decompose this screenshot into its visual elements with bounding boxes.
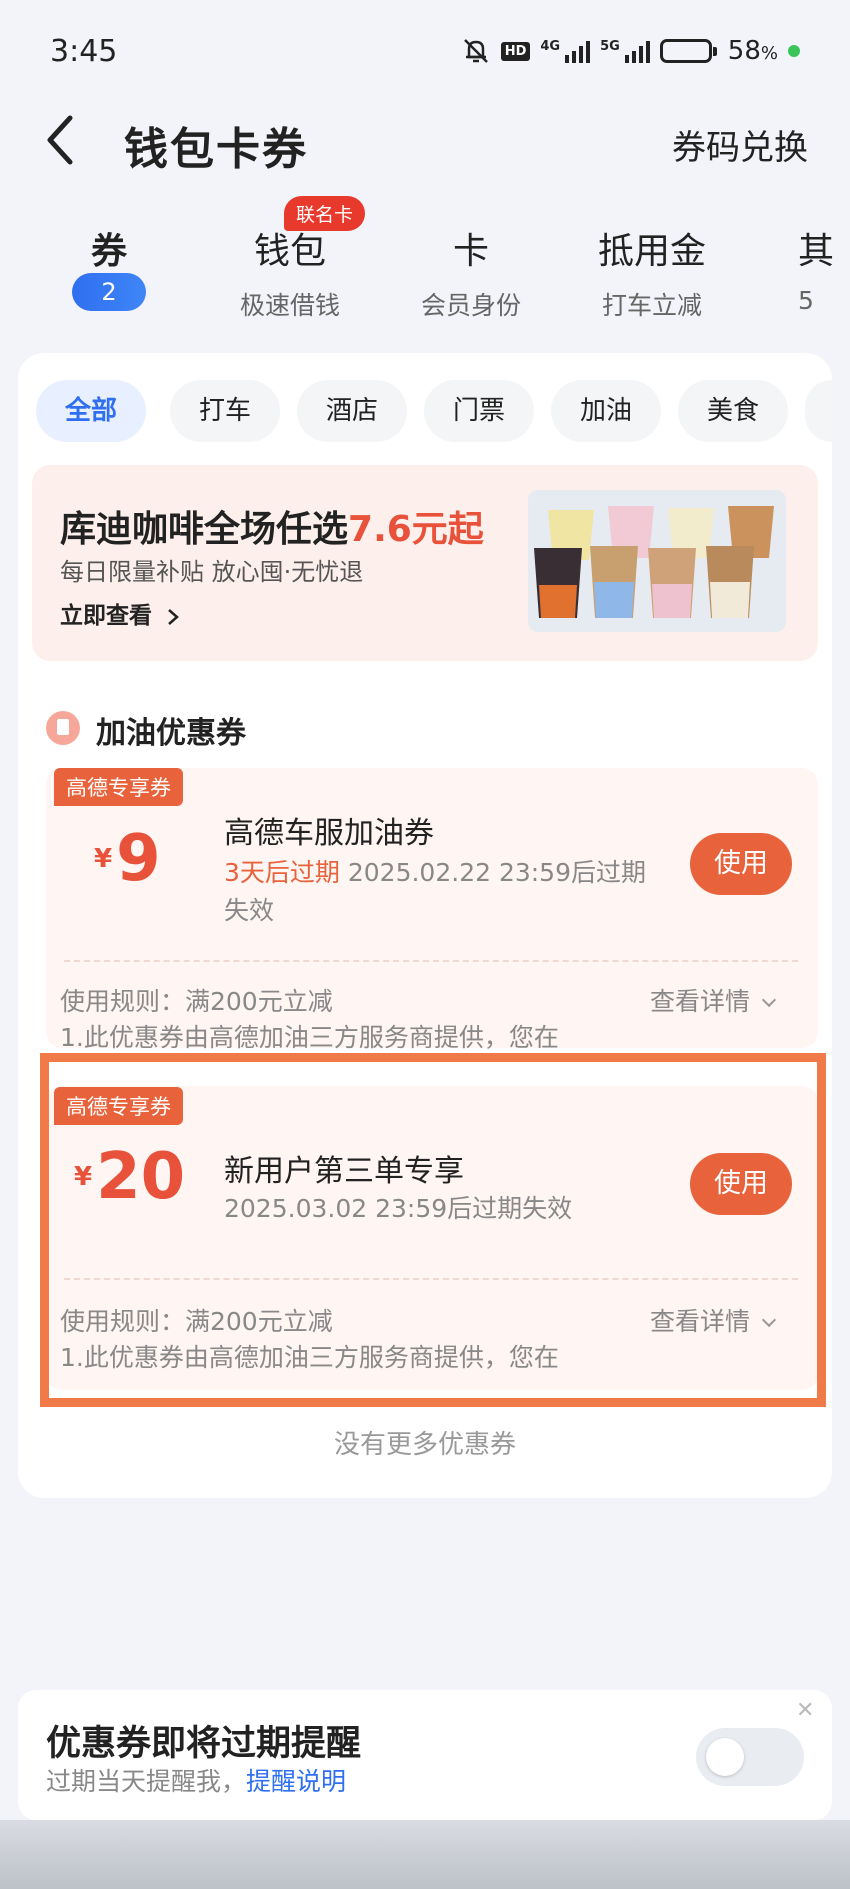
tab-wallet[interactable]: 钱包 极速借钱 bbox=[215, 222, 365, 322]
tab-sub: 会员身份 bbox=[420, 291, 521, 320]
privacy-dot-icon bbox=[788, 45, 800, 57]
tab-label: 卡 bbox=[452, 231, 489, 272]
banner-title: 库迪咖啡全场任选7.6元起 bbox=[60, 509, 484, 550]
filter-chip-fuel[interactable]: 加油 bbox=[551, 380, 661, 442]
no-more-coupons-text: 没有更多优惠券 bbox=[333, 1430, 516, 1460]
coupon-amount: ¥9 bbox=[94, 822, 161, 896]
status-icons: HD 4G 5G 58% bbox=[461, 36, 800, 66]
hd-icon: HD bbox=[500, 41, 531, 61]
banner-subtitle: 每日限量补贴 放心囤·无忧退 bbox=[60, 558, 364, 586]
coffee-cups-image bbox=[528, 490, 786, 632]
tab-vouchers[interactable]: 抵用金 打车立减 bbox=[577, 222, 727, 322]
tab-label: 其 bbox=[798, 231, 835, 272]
close-icon[interactable]: ✕ bbox=[796, 1698, 814, 1723]
bottom-overlay bbox=[0, 1820, 850, 1889]
signal-4g-icon: 4G bbox=[540, 39, 591, 63]
redeem-code-button[interactable]: 券码兑换 bbox=[672, 120, 808, 169]
coupon-name: 高德车服加油券 bbox=[224, 816, 434, 851]
tab-label: 券 bbox=[90, 231, 127, 272]
filter-chip-taxi[interactable]: 打车 bbox=[170, 380, 280, 442]
status-time: 3:45 bbox=[50, 34, 118, 69]
chevron-left-icon bbox=[47, 115, 73, 165]
battery-percent: 58 bbox=[727, 36, 761, 66]
chevron-right-icon bbox=[168, 608, 179, 625]
co-brand-card-badge: 联名卡 bbox=[284, 196, 366, 231]
filter-chip-hotel[interactable]: 酒店 bbox=[297, 380, 407, 442]
tab-sub: 极速借钱 bbox=[239, 291, 340, 320]
coupon-tag: 高德专享券 bbox=[54, 768, 183, 806]
filter-chip-tickets[interactable]: 门票 bbox=[424, 380, 534, 442]
view-details-button[interactable]: 查看详情 bbox=[650, 982, 777, 1018]
filter-chip-food[interactable]: 美食 bbox=[678, 380, 788, 442]
coupon-expiry: 3天后过期 2025.02.22 23:59后过期失效 bbox=[224, 858, 646, 925]
tab-other[interactable]: 其 5 bbox=[798, 222, 850, 315]
filter-chip-all[interactable]: 全部 bbox=[36, 380, 146, 442]
reminder-info-link[interactable]: 提醒说明 bbox=[246, 1767, 346, 1796]
tab-label: 抵用金 bbox=[597, 231, 706, 272]
mute-bell-icon bbox=[463, 39, 488, 63]
tab-sub: 打车立减 bbox=[601, 291, 702, 320]
page-title: 钱包卡券 bbox=[124, 124, 308, 175]
chevron-down-icon bbox=[761, 992, 777, 1008]
banner-view-link[interactable]: 立即查看 bbox=[60, 596, 180, 630]
fuel-icon bbox=[46, 711, 80, 745]
back-button[interactable] bbox=[40, 112, 90, 172]
coupon-rule: 使用规则：满200元立减 bbox=[60, 987, 333, 1016]
reminder-subtitle: 过期当天提醒我，提醒说明 bbox=[46, 1767, 347, 1796]
use-coupon-button[interactable]: 使用 bbox=[690, 833, 792, 895]
tab-coupons[interactable]: 券 bbox=[34, 222, 184, 274]
highlight-box bbox=[40, 1053, 826, 1407]
battery-icon bbox=[659, 39, 717, 63]
signal-5g-icon: 5G bbox=[600, 39, 650, 63]
tab-cards[interactable]: 卡 会员身份 bbox=[396, 222, 546, 322]
coupon-rule-detail: 1.此优惠券由高德加油三方服务商提供，您在 bbox=[60, 1023, 559, 1052]
coupon-count-badge: 2 bbox=[72, 273, 146, 311]
reminder-toggle[interactable] bbox=[696, 1728, 804, 1786]
divider bbox=[64, 960, 798, 962]
section-title: 加油优惠券 bbox=[96, 716, 246, 751]
tab-sub: 5 bbox=[798, 286, 814, 315]
reminder-title: 优惠券即将过期提醒 bbox=[46, 1724, 362, 1764]
